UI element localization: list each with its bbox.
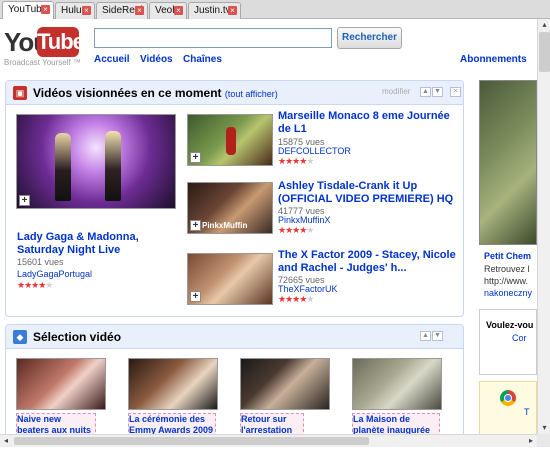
video-title[interactable]: The X Factor 2009 - Stacey, Nicole and R… xyxy=(278,249,458,275)
add-to-queue-icon[interactable]: + xyxy=(190,291,201,302)
featured-video-user[interactable]: LadyGagaPortugal xyxy=(17,269,92,279)
search-input[interactable] xyxy=(95,29,331,47)
move-up-icon[interactable]: ▲ xyxy=(420,87,431,97)
module-title: Vidéos visionnées en ce moment (tout aff… xyxy=(33,86,278,100)
page: You Tube Broadcast Yourself ™ Rechercher… xyxy=(0,19,550,454)
logo-tagline: Broadcast Yourself ™ xyxy=(4,58,81,67)
module-header: ◆ Sélection vidéo ▲ ▼ xyxy=(6,325,463,349)
tab-sidereel[interactable]: SideReel × xyxy=(96,2,148,19)
close-module-icon[interactable]: × xyxy=(450,87,461,97)
video-thumbnail[interactable] xyxy=(16,358,106,410)
videos-being-watched-module: ▣ Vidéos visionnées en ce moment (tout a… xyxy=(5,80,464,317)
featured-video-title[interactable]: Lady Gaga & Madonna, Saturday Night Live xyxy=(17,231,182,257)
promo-box-link[interactable]: Cor xyxy=(512,333,527,343)
chrome-icon xyxy=(500,390,516,406)
see-all-link[interactable]: (tout afficher) xyxy=(225,89,278,99)
edit-module-link[interactable]: modifier xyxy=(382,87,410,96)
tab-justin[interactable]: Justin.tv × xyxy=(188,2,241,19)
nav-channels[interactable]: Chaînes xyxy=(183,54,222,65)
page-content: You Tube Broadcast Yourself ™ Rechercher… xyxy=(0,19,537,434)
video-thumbnail[interactable]: + xyxy=(187,114,273,166)
rating-stars: ★★★★★ xyxy=(278,294,314,304)
move-up-icon[interactable]: ▲ xyxy=(420,331,431,341)
video-user[interactable]: DEFCOLLECTOR xyxy=(278,146,351,156)
scrollbar-corner xyxy=(537,434,550,447)
tab-label: Justin.tv xyxy=(194,5,231,16)
video-selection-module: ◆ Sélection vidéo ▲ ▼ Naive new beaters … xyxy=(5,324,464,434)
tab-veoh[interactable]: Veoh × xyxy=(149,2,187,19)
selection-icon: ◆ xyxy=(13,330,27,344)
nav-subscriptions[interactable]: Abonnements xyxy=(460,54,527,65)
horizontal-scrollbar[interactable]: ◂ ▸ xyxy=(0,434,537,447)
scroll-right-icon[interactable]: ▸ xyxy=(525,435,537,447)
video-thumbnail[interactable] xyxy=(352,358,442,410)
promo-box-text: Voulez-vou xyxy=(486,320,534,330)
rating-stars: ★★★★★ xyxy=(17,280,53,290)
scroll-left-icon[interactable]: ◂ xyxy=(0,435,12,447)
chrome-promo-box[interactable]: T xyxy=(479,381,537,434)
video-thumbnail[interactable]: + xyxy=(187,253,273,305)
add-to-queue-icon[interactable]: + xyxy=(190,152,201,163)
tab-hulu[interactable]: Hulu × xyxy=(55,2,95,19)
video-title[interactable]: Ashley Tisdale-Crank it Up (OFFICIAL VID… xyxy=(278,180,458,206)
move-down-icon[interactable]: ▼ xyxy=(432,87,443,97)
video-title[interactable]: Retour sur l'arrestation de xyxy=(240,413,304,434)
video-title[interactable]: Marseille Monaco 8 eme Journée de L1 xyxy=(278,110,458,136)
close-tab-icon[interactable]: × xyxy=(41,5,50,14)
rating-stars: ★★★★★ xyxy=(278,156,314,166)
performer-figure xyxy=(55,133,71,201)
nav-home[interactable]: Accueil xyxy=(94,54,130,65)
scroll-up-icon[interactable]: ▴ xyxy=(539,19,550,31)
module-title: Sélection vidéo xyxy=(33,330,122,344)
tab-label: Hulu xyxy=(61,5,82,16)
video-user[interactable]: TheXFactorUK xyxy=(278,284,338,294)
module-header: ▣ Vidéos visionnées en ce moment (tout a… xyxy=(6,81,463,105)
move-down-icon[interactable]: ▼ xyxy=(432,331,443,341)
promoted-video-title[interactable]: Petit Chem xyxy=(484,251,531,261)
player-figure xyxy=(226,127,236,155)
module-title-text: Vidéos visionnées en ce moment xyxy=(33,86,222,100)
horizontal-scroll-thumb[interactable] xyxy=(14,437,369,445)
tab-strip: YouTube × Hulu × SideReel × Veoh × Justi… xyxy=(0,0,550,20)
featured-video-views: 15601 vues xyxy=(17,257,64,267)
close-tab-icon[interactable]: × xyxy=(228,6,237,15)
close-tab-icon[interactable]: × xyxy=(174,6,183,15)
video-thumbnail[interactable] xyxy=(240,358,330,410)
chrome-promo-text[interactable]: T xyxy=(524,407,530,417)
thumbnail-overlay-text: PinkxMuffin xyxy=(202,221,248,230)
nav-videos[interactable]: Vidéos xyxy=(140,54,173,65)
close-tab-icon[interactable]: × xyxy=(135,6,144,15)
video-title[interactable]: La cérémonie des Emmy Awards 2009 ( xyxy=(128,413,216,434)
scroll-down-icon[interactable]: ▾ xyxy=(539,422,550,434)
performer-figure xyxy=(105,131,121,201)
promo-box: Voulez-vou Cor xyxy=(479,309,537,375)
watching-icon: ▣ xyxy=(13,86,27,100)
close-tab-icon[interactable]: × xyxy=(82,6,91,15)
search-input-wrapper xyxy=(94,28,332,48)
rating-stars: ★★★★★ xyxy=(278,225,314,235)
video-user[interactable]: PinkxMuffinX xyxy=(278,215,330,225)
tab-youtube[interactable]: YouTube × xyxy=(2,1,54,20)
video-thumbnail[interactable]: PinkxMuffin + xyxy=(187,182,273,234)
vertical-scroll-thumb[interactable] xyxy=(539,32,550,72)
promoted-video-user[interactable]: nakoneczny xyxy=(484,288,532,298)
promoted-video-description: Retrouvez l xyxy=(484,264,530,274)
vertical-scrollbar[interactable]: ▴ ▾ xyxy=(537,19,550,434)
video-title[interactable]: La Maison de planète inaugurée à... xyxy=(352,413,440,434)
promoted-video-thumbnail[interactable] xyxy=(479,80,537,245)
search-button[interactable]: Rechercher xyxy=(337,27,402,49)
add-to-queue-icon[interactable]: + xyxy=(190,220,201,231)
logo-tube-text: Tube xyxy=(37,27,85,57)
featured-video-thumbnail[interactable]: + xyxy=(16,114,176,209)
add-to-queue-icon[interactable]: + xyxy=(19,195,30,206)
video-title[interactable]: Naive new beaters aux nuits élec... xyxy=(16,413,96,434)
promoted-video-url: http://www. xyxy=(484,276,529,286)
video-thumbnail[interactable] xyxy=(128,358,218,410)
